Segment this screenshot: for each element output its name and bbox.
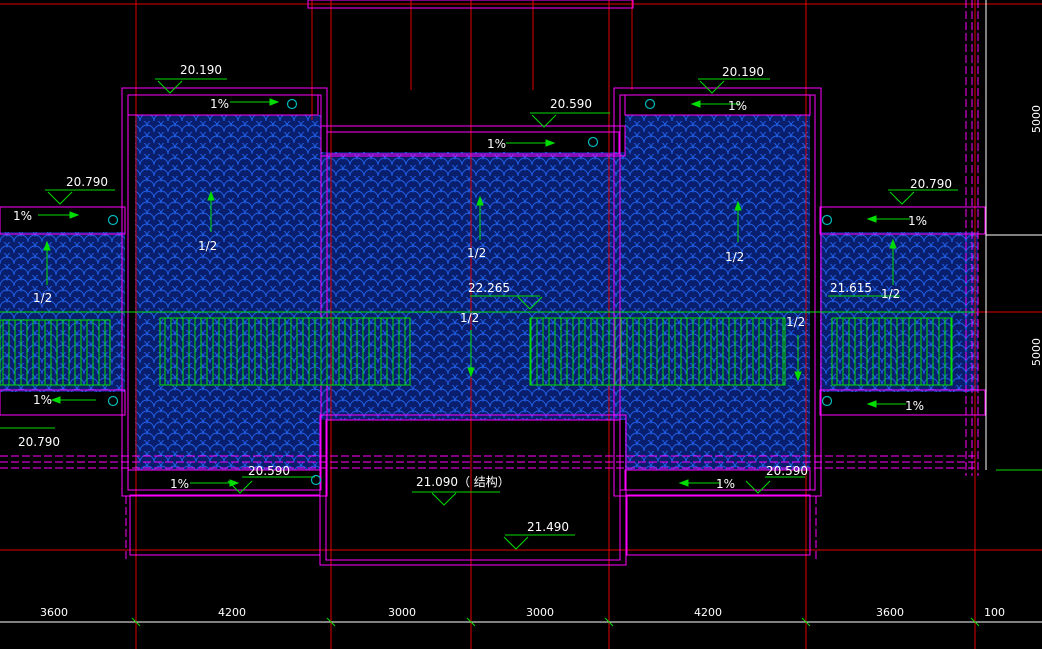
- dim-bottom-3: 3000: [388, 606, 416, 619]
- elev-left-outer-top: 20.790: [66, 175, 108, 189]
- slope-gutter-top-right: 1%: [728, 99, 747, 113]
- dim-bottom-6: 3600: [876, 606, 904, 619]
- slope-roof-outer-left: 1/2: [33, 291, 52, 305]
- dim-right-1: 5000: [1030, 105, 1042, 133]
- slope-gutter-bottom-right: 1%: [716, 477, 735, 491]
- elev-lower-center: 21.490: [527, 520, 569, 534]
- dim-right-2: 5000: [1030, 338, 1042, 366]
- slope-gutter-outer-left: 1%: [13, 209, 32, 223]
- dim-bottom-5: 4200: [694, 606, 722, 619]
- slope-gutter-top-center: 1%: [487, 137, 506, 151]
- elev-ridge-right: 21.615: [830, 281, 872, 295]
- elev-right-wing-top: 20.190: [722, 65, 764, 79]
- slope-gutter-top-left: 1%: [210, 97, 229, 111]
- roof-plan-drawing: 20.190 20.190 20.590 20.790 20.790 20.79…: [0, 0, 1042, 649]
- elev-ridge-center: 22.265: [468, 281, 510, 295]
- slope-gutter-outer-right-bottom: 1%: [905, 399, 924, 413]
- elev-bottom-left: 20.590: [248, 464, 290, 478]
- slope-roof-outer-right: 1/2: [881, 287, 900, 301]
- elev-left-outer-bottom: 20.790: [18, 435, 60, 449]
- elev-left-wing-top: 20.190: [180, 63, 222, 77]
- slope-roof-right-wing: 1/2: [725, 250, 744, 264]
- dim-bottom-1: 3600: [40, 606, 68, 619]
- dim-bottom-4: 3000: [526, 606, 554, 619]
- dim-bottom-7: 100: [984, 606, 1005, 619]
- slope-roof-left-wing: 1/2: [198, 239, 217, 253]
- slope-roof-center-low: 1/2: [460, 311, 479, 325]
- elev-bottom-right: 20.590: [766, 464, 808, 478]
- slope-roof-right-low: 1/2: [786, 315, 805, 329]
- slope-gutter-outer-left-bottom: 1%: [33, 393, 52, 407]
- elev-center-top: 20.590: [550, 97, 592, 111]
- dim-bottom-2: 4200: [218, 606, 246, 619]
- elev-right-outer-top: 20.790: [910, 177, 952, 191]
- elev-structure: 21.090（ 结构）: [416, 474, 510, 489]
- slope-roof-center: 1/2: [467, 246, 486, 260]
- slope-gutter-outer-right: 1%: [908, 214, 927, 228]
- slope-gutter-bottom-left: 1%: [170, 477, 189, 491]
